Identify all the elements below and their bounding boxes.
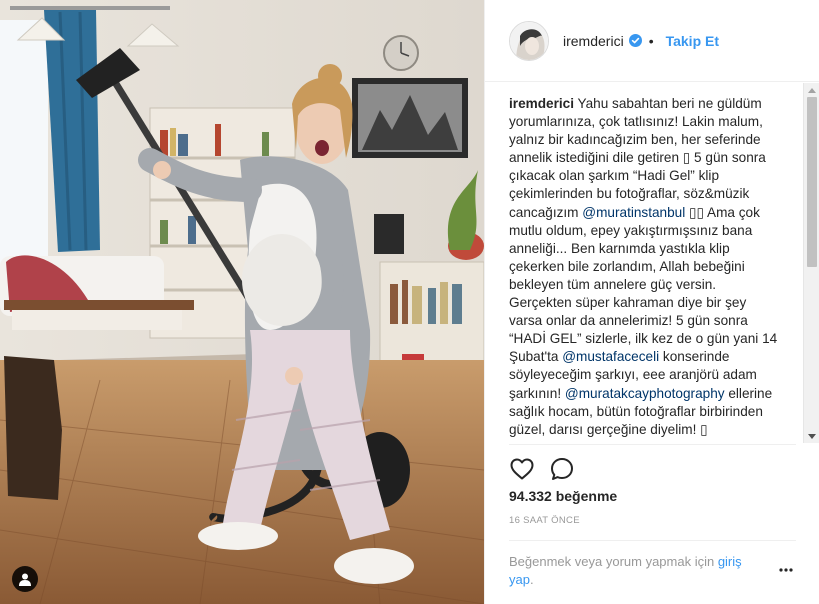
caption-line: çekerken bile zorlandım, Allah bebeğini xyxy=(509,258,789,276)
login-prompt-text: Beğenmek veya yorum yapmak için giriş ya… xyxy=(509,553,759,589)
caption-text: cancağızım xyxy=(509,204,583,220)
heart-icon xyxy=(510,458,534,480)
scroll-up-arrow-icon xyxy=(808,87,816,93)
caption-area: iremderici Yahu sabahtan beri ne güldüm y… xyxy=(485,83,819,443)
scroll-down-button[interactable] xyxy=(807,431,817,441)
caption-text: sağlık hocam, bütün fotoğraflar birbirin… xyxy=(509,403,763,419)
post-image xyxy=(0,0,484,604)
user-tag-icon xyxy=(19,573,31,586)
caption-line: şarkının! @muratakcayphotography ellerin… xyxy=(509,385,789,403)
post-actions xyxy=(509,444,796,493)
post-header: iremderici • Takip Et xyxy=(485,0,819,82)
caption-username[interactable]: iremderici xyxy=(509,96,574,111)
caption-text: çekimlerinden bu fotoğraflar, söz&müzik xyxy=(509,186,750,202)
caption-scrollbar[interactable] xyxy=(803,83,819,443)
post-photo[interactable] xyxy=(0,0,484,604)
like-count[interactable]: 94.332 beğenme xyxy=(509,488,617,504)
caption-mention-link[interactable]: @mustafaceceli xyxy=(562,349,659,364)
caption-mention-link[interactable]: @muratakcayphotography xyxy=(565,386,725,401)
follow-button[interactable]: Takip Et xyxy=(666,33,719,49)
caption-line: mutlu oldum, epey yakıştırmışsınız bana xyxy=(509,222,789,240)
caption-line: cancağızım @muratinstanbul ▯▯ Ama çok xyxy=(509,204,789,222)
caption-text: ellerine xyxy=(724,385,773,401)
caption-line: “HADİ GEL” sizlerle, ilk kez de o gün ya… xyxy=(509,330,789,348)
login-prompt: Beğenmek veya yorum yapmak için giriş ya… xyxy=(509,540,796,589)
caption-text: güzel, darısı gerçeğine diyelim! ▯ xyxy=(509,421,708,437)
more-options-button[interactable] xyxy=(776,563,796,577)
caption-text: yalnız bir kadıncağızim ben, her seferin… xyxy=(509,132,761,148)
post-details-panel: iremderici • Takip Et iremderici Yahu sa… xyxy=(484,0,819,604)
comment-button[interactable] xyxy=(547,454,577,484)
user-tag-button[interactable] xyxy=(12,566,38,592)
like-button[interactable] xyxy=(507,454,537,484)
avatar[interactable] xyxy=(509,20,549,61)
comment-bubble-icon xyxy=(551,458,573,480)
caption-line: sağlık hocam, bütün fotoğraflar birbirin… xyxy=(509,403,789,421)
caption-text: şarkının! xyxy=(509,385,565,401)
caption-line: çıkacak olan şarkım “Hadi Gel” klip xyxy=(509,167,789,185)
caption-line: iremderici Yahu sabahtan beri ne güldüm xyxy=(509,95,789,113)
avatar-image xyxy=(510,21,548,60)
caption-text: varsa onlar da annelerimiz! 5 gün sonra xyxy=(509,313,748,329)
login-prompt-period: . xyxy=(529,572,534,587)
caption-text: söyleyeceğim şarkıyı, eee aranjörü adam xyxy=(509,367,757,383)
more-options-icon xyxy=(779,568,793,572)
caption-text: çekerken bile zorlandım, Allah bebeğini xyxy=(509,258,745,274)
caption-line: söyleyeceğim şarkıyı, eee aranjörü adam xyxy=(509,366,789,384)
caption-line: anneliği... Ben karnımda yastıkla klip xyxy=(509,240,789,258)
scroll-down-arrow-icon xyxy=(808,433,816,439)
caption-line: çekimlerinden bu fotoğraflar, söz&müzik xyxy=(509,185,789,203)
caption-mention-link[interactable]: @muratinstanbul xyxy=(582,205,685,220)
login-prompt-label: Beğenmek veya yorum yapmak için xyxy=(509,554,718,569)
caption-line: Gerçekten süper kahraman diye bir şey xyxy=(509,294,789,312)
caption-text: yorumlarınıza, çok tatlısınız! Lakin mal… xyxy=(509,114,763,130)
caption-text: Şubat'ta xyxy=(509,349,563,365)
caption-text: ▯▯ Ama çok xyxy=(685,204,760,220)
caption-text: konserinde xyxy=(659,349,730,365)
caption-text: annelik istediğini dile getiren ▯ 5 gün … xyxy=(509,150,766,166)
caption-text: bekleyen tüm annelere güç versin. xyxy=(509,276,717,292)
post-caption: iremderici Yahu sabahtan beri ne güldüm y… xyxy=(509,95,789,445)
scroll-thumb[interactable] xyxy=(807,97,817,267)
caption-line: Şubat'ta @mustafaceceli konserinde xyxy=(509,348,789,366)
caption-line: yorumlarınıza, çok tatlısınız! Lakin mal… xyxy=(509,113,789,131)
caption-text: Gerçekten süper kahraman diye bir şey xyxy=(509,295,747,311)
caption-text: “HADİ GEL” sizlerle, ilk kez de o gün ya… xyxy=(509,331,778,347)
caption-text: çıkacak olan şarkım “Hadi Gel” klip xyxy=(509,168,720,184)
verified-badge-icon xyxy=(628,34,642,47)
author-username[interactable]: iremderici xyxy=(563,33,624,49)
caption-line: annelik istediğini dile getiren ▯ 5 gün … xyxy=(509,149,789,167)
post-timestamp: 16 SAAT ÖNCE xyxy=(509,515,580,526)
caption-line: varsa onlar da annelerimiz! 5 gün sonra xyxy=(509,312,789,330)
caption-line: bekleyen tüm annelere güç versin. xyxy=(509,276,789,294)
caption-text: Yahu sabahtan beri ne güldüm xyxy=(577,96,762,111)
caption-line: güzel, darısı gerçeğine diyelim! ▯ xyxy=(509,421,789,439)
caption-text: mutlu oldum, epey yakıştırmışsınız bana xyxy=(509,222,753,238)
caption-text: anneliği... Ben karnımda yastıkla klip xyxy=(509,240,730,256)
caption-line: yalnız bir kadıncağızim ben, her seferin… xyxy=(509,131,789,149)
scroll-up-button[interactable] xyxy=(807,85,817,95)
header-separator: • xyxy=(648,32,654,49)
